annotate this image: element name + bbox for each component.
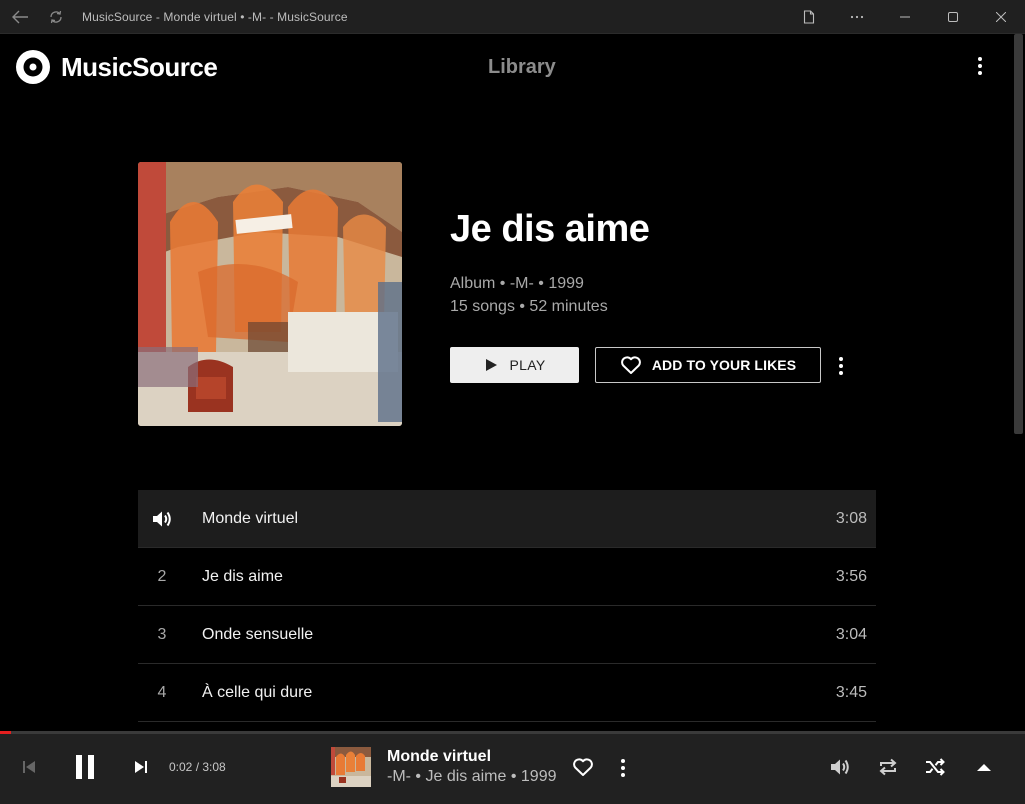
header-menu-button[interactable] bbox=[970, 54, 990, 78]
time-display: 0:02 / 3:08 bbox=[169, 760, 226, 774]
album-title: Je dis aime bbox=[450, 208, 650, 250]
skip-next-icon bbox=[135, 761, 147, 773]
player-bar: 0:02 / 3:08 Monde virtuel -M- • Je dis a… bbox=[0, 734, 1025, 804]
track-number: 2 bbox=[157, 567, 167, 585]
album-meta-line1: Album • -M- • 1999 bbox=[450, 275, 584, 292]
track-duration: 3:45 bbox=[835, 683, 867, 701]
now-playing-title[interactable]: Monde virtuel bbox=[387, 748, 491, 766]
track-row[interactable]: 2 Je dis aime 3:56 bbox=[138, 548, 876, 606]
maximize-button[interactable] bbox=[929, 0, 977, 34]
shuffle-button[interactable] bbox=[922, 755, 948, 779]
repeat-icon bbox=[879, 758, 897, 776]
window-more-button[interactable] bbox=[833, 0, 881, 34]
heart-outline-icon bbox=[573, 758, 593, 776]
next-button[interactable] bbox=[130, 756, 152, 778]
pause-icon bbox=[76, 755, 94, 779]
logo-disc-icon bbox=[16, 50, 50, 84]
more-vertical-icon bbox=[621, 759, 625, 777]
track-title: Monde virtuel bbox=[202, 509, 299, 527]
add-to-likes-button[interactable]: ADD TO YOUR LIKES bbox=[595, 347, 821, 383]
close-icon bbox=[996, 12, 1006, 22]
app-header: MusicSource Library bbox=[0, 34, 1012, 100]
track-row[interactable]: 4 À celle qui dure 3:45 bbox=[138, 664, 876, 722]
track-number: 3 bbox=[157, 625, 167, 643]
more-vertical-icon bbox=[839, 357, 843, 375]
track-duration: 3:08 bbox=[835, 509, 867, 527]
play-album-button[interactable]: PLAY bbox=[450, 347, 579, 383]
album-meta-line2: 15 songs • 52 minutes bbox=[450, 298, 608, 315]
scroll-thumb[interactable] bbox=[1014, 34, 1023, 434]
app-window: MusicSource - Monde virtuel • -M- - Musi… bbox=[0, 0, 1025, 804]
track-title: À celle qui dure bbox=[202, 683, 313, 701]
refresh-button[interactable] bbox=[38, 0, 74, 34]
album-meta: Album • -M- • 1999 15 songs • 52 minutes bbox=[450, 272, 608, 318]
back-button[interactable] bbox=[2, 0, 38, 34]
track-duration: 3:04 bbox=[835, 625, 867, 643]
more-horizontal-icon bbox=[850, 15, 864, 19]
repeat-button[interactable] bbox=[875, 755, 901, 779]
more-vertical-icon bbox=[978, 57, 982, 75]
track-title: Onde sensuelle bbox=[202, 625, 314, 643]
track-row[interactable]: Monde virtuel 3:08 bbox=[138, 490, 876, 548]
now-playing-subtitle[interactable]: -M- • Je dis aime • 1999 bbox=[387, 768, 556, 786]
minimize-icon bbox=[900, 16, 910, 18]
close-button[interactable] bbox=[977, 0, 1025, 34]
track-duration: 3:56 bbox=[835, 567, 867, 585]
heart-outline-icon bbox=[620, 355, 642, 375]
play-label: PLAY bbox=[509, 357, 546, 373]
album-cover-art bbox=[138, 162, 402, 426]
likes-label: ADD TO YOUR LIKES bbox=[651, 357, 797, 373]
page-icon bbox=[803, 10, 815, 24]
arrow-left-icon bbox=[12, 10, 28, 23]
album-cover bbox=[138, 162, 402, 426]
page-button[interactable] bbox=[785, 0, 833, 34]
track-row[interactable]: 3 Onde sensuelle 3:04 bbox=[138, 606, 876, 664]
now-playing-cover-art bbox=[331, 747, 371, 787]
play-icon bbox=[484, 358, 498, 372]
nav-library[interactable]: Library bbox=[488, 56, 556, 79]
shuffle-icon bbox=[926, 758, 945, 776]
track-title: Je dis aime bbox=[202, 567, 283, 585]
previous-button[interactable] bbox=[18, 756, 40, 778]
brand-name: MusicSource bbox=[61, 51, 218, 82]
expand-player-button[interactable] bbox=[972, 757, 996, 777]
volume-button[interactable] bbox=[827, 755, 853, 779]
skip-previous-icon bbox=[23, 761, 35, 773]
refresh-icon bbox=[50, 10, 62, 23]
pause-button[interactable] bbox=[70, 750, 100, 784]
maximize-icon bbox=[948, 12, 958, 22]
track-list: Monde virtuel 3:08 2 Je dis aime 3:56 3 … bbox=[138, 490, 876, 722]
track-more-button[interactable] bbox=[613, 757, 633, 779]
album-more-button[interactable] bbox=[831, 354, 851, 378]
track-number: 4 bbox=[157, 683, 167, 701]
window-title: MusicSource - Monde virtuel • -M- - Musi… bbox=[82, 9, 348, 24]
logo[interactable]: MusicSource bbox=[16, 50, 218, 84]
caret-up-icon bbox=[977, 764, 991, 771]
volume-icon bbox=[831, 759, 849, 775]
minimize-button[interactable] bbox=[881, 0, 929, 34]
volume-icon bbox=[153, 511, 171, 527]
like-button[interactable] bbox=[570, 755, 596, 779]
now-playing-cover[interactable] bbox=[331, 747, 371, 787]
main-scrollbar[interactable] bbox=[1012, 34, 1025, 732]
window-titlebar: MusicSource - Monde virtuel • -M- - Musi… bbox=[0, 0, 1025, 34]
